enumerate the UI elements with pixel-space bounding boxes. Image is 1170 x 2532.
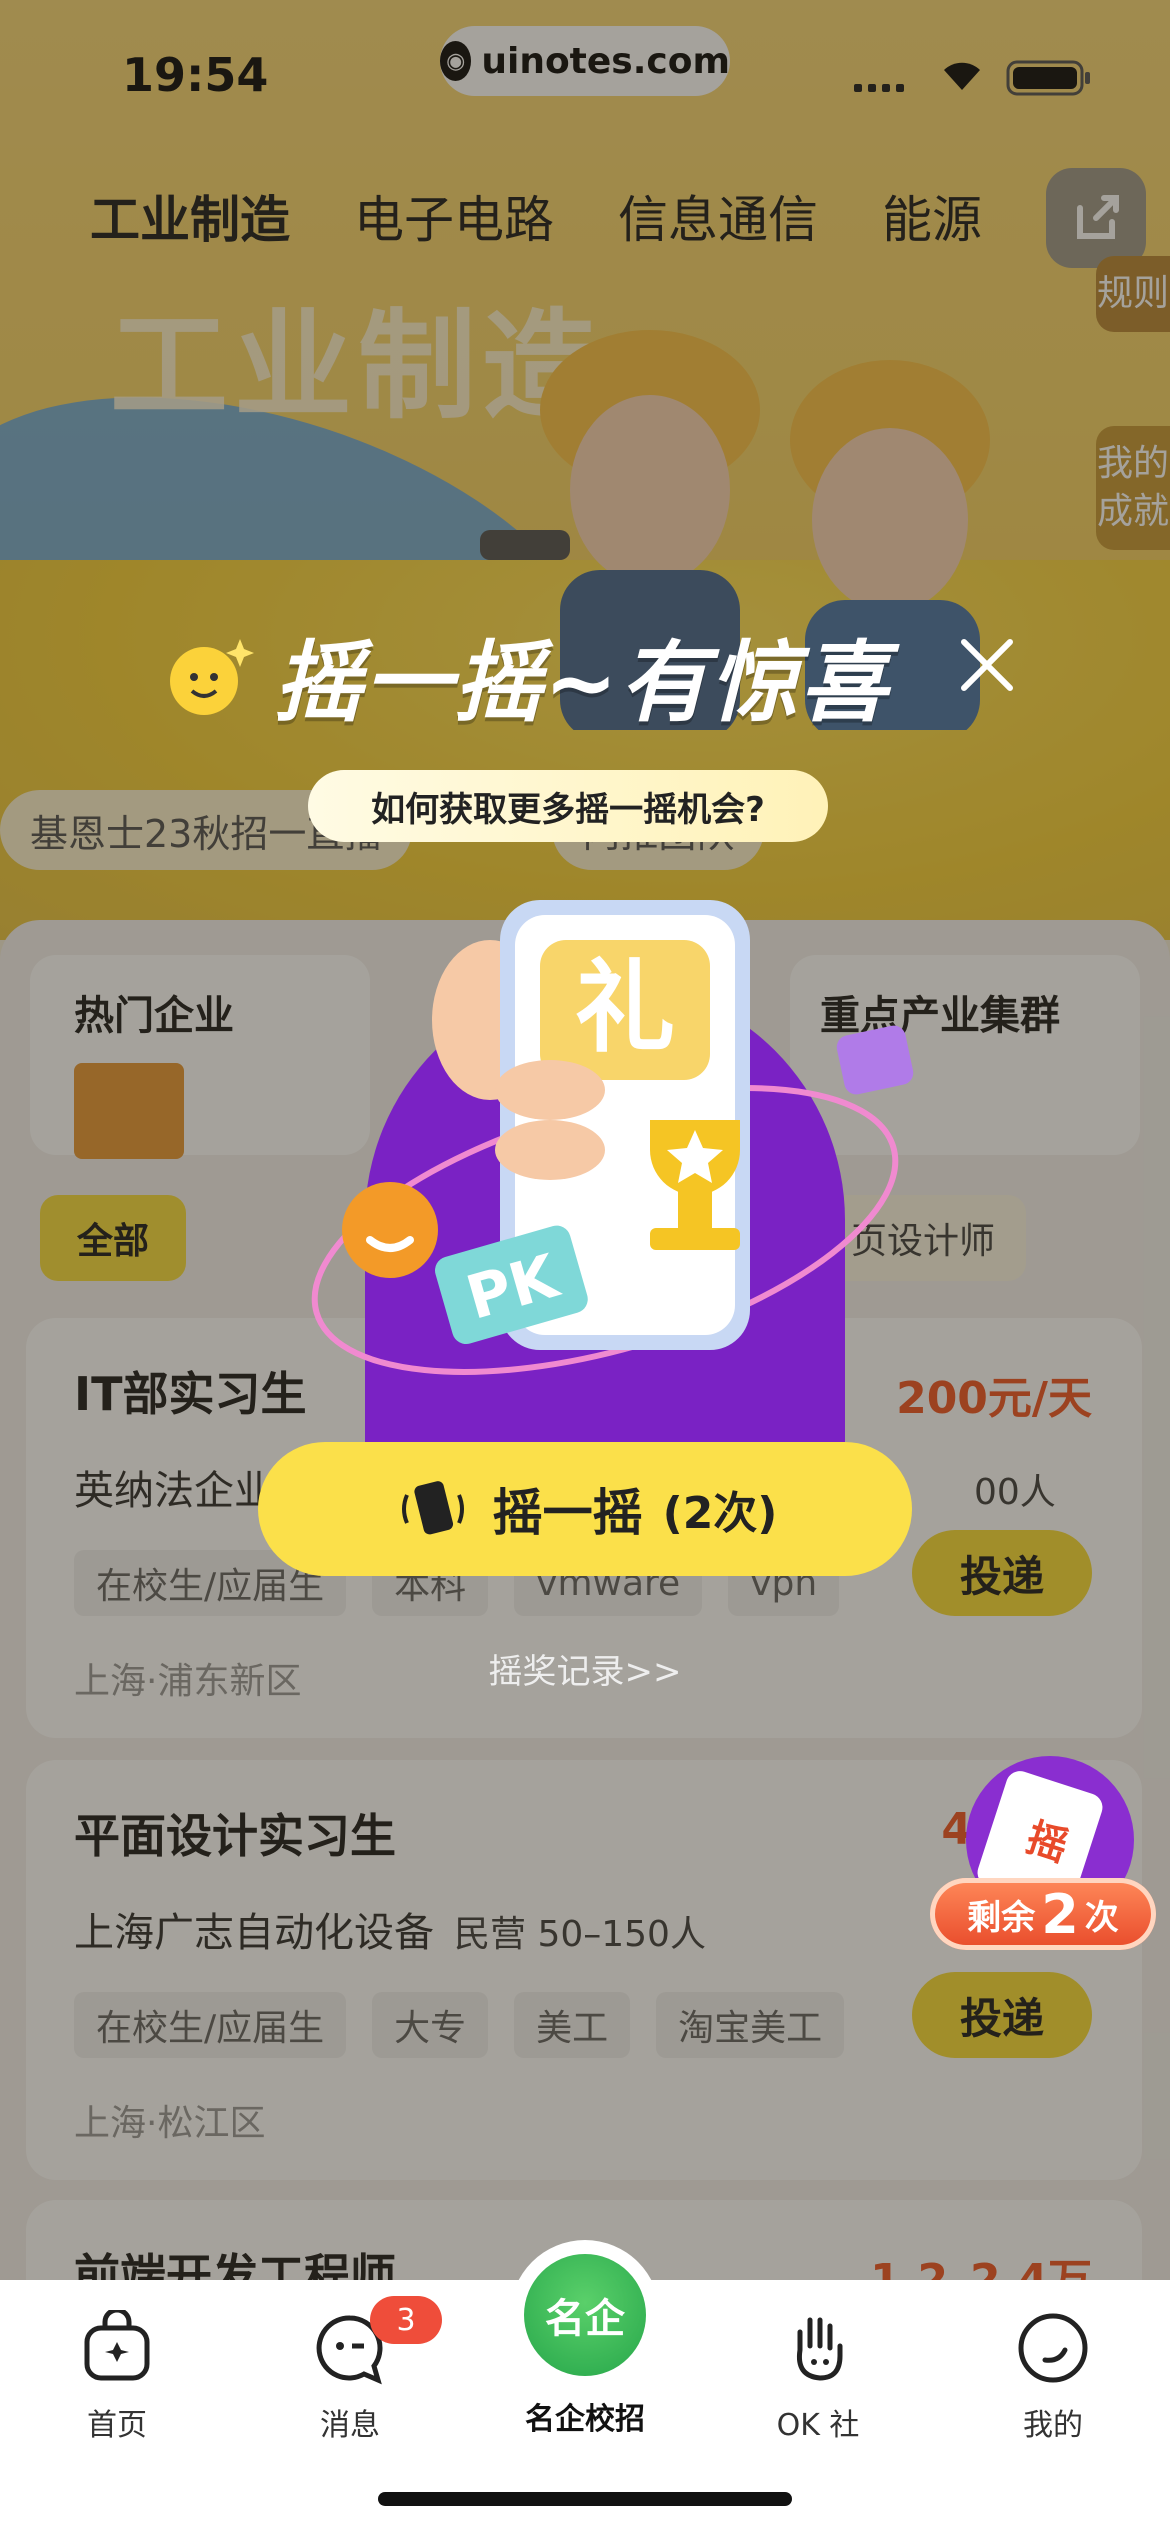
tab-home[interactable]: 首页 [37,2307,197,2444]
profile-icon [1018,2313,1088,2383]
tab-home-label: 首页 [87,2408,147,2443]
tab-profile-label: 我的 [1023,2408,1083,2443]
ok-hand-icon [796,2317,843,2381]
shake-count: (2次) [662,1488,778,1539]
remain-suffix: 次 [1084,1897,1119,1938]
remain-count: 2 [1041,1882,1079,1946]
tab-famous-company[interactable]: 名企校招 [505,2394,665,2438]
more-chances-hint[interactable]: 如何获取更多摇一摇机会? [308,770,828,842]
famous-company-icon[interactable]: 名企 [524,2254,646,2376]
remain-prefix: 剩余 [967,1897,1036,1938]
gift-char: 礼 [575,949,675,1066]
modal-title: 摇一摇~有惊喜 [160,612,890,739]
home-indicator[interactable] [378,2492,792,2506]
modal-title-text: 摇一摇~有惊喜 [274,631,890,734]
tab-famous-company-label: 名企校招 [525,2402,645,2437]
tab-messages-label: 消息 [320,2408,380,2443]
waving-hand-icon [170,638,254,715]
tab-ok-community-label: OK 社 [776,2408,860,2443]
more-chances-text: 如何获取更多摇一摇机会? [371,789,765,830]
tab-profile[interactable]: 我的 [973,2310,1133,2444]
shake-button-label: 摇一摇 [492,1484,643,1542]
shake-record-link[interactable]: 摇奖记录>> [460,1644,710,1693]
shake-phone-illustration: 礼 PK [311,900,914,1460]
shake-phone-icon [401,1481,464,1535]
message-badge: 3 [370,2296,442,2344]
tab-ok-community[interactable]: OK 社 [738,2310,898,2444]
close-icon[interactable] [952,630,1022,700]
remaining-shakes-pill[interactable]: 剩余 2 次 [930,1878,1156,1950]
shake-button[interactable]: 摇一摇 (2次) [258,1442,912,1576]
home-bag-icon [84,2307,150,2381]
